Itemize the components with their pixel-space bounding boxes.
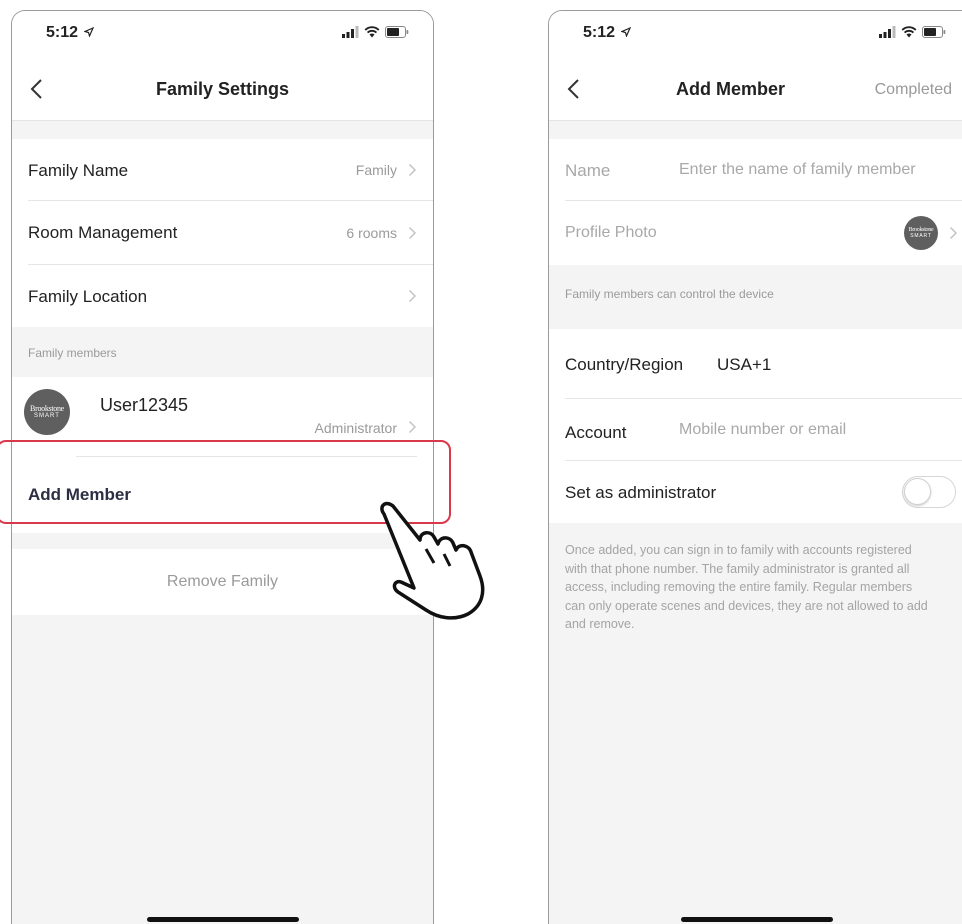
avatar-brand-sub: SMART (34, 413, 60, 419)
name-row: Name Enter the name of family member (549, 139, 962, 201)
status-icons (342, 24, 409, 40)
member-role: Administrator (314, 420, 397, 436)
pointing-hand-icon (380, 501, 485, 620)
administrator-row: Set as administrator (549, 461, 962, 523)
completed-button[interactable]: Completed (875, 81, 952, 99)
family-name-row[interactable]: Family Name Family (12, 139, 433, 201)
location-arrow-icon (620, 26, 632, 38)
room-management-label: Room Management (28, 223, 178, 242)
status-bar: 5:12 (12, 11, 433, 57)
name-input[interactable]: Enter the name of family member (679, 161, 952, 179)
battery-icon (922, 26, 946, 38)
name-label: Name (565, 161, 611, 180)
country-label: Country/Region (565, 355, 684, 374)
account-input[interactable]: Mobile number or email (679, 421, 846, 439)
info-text: Once added, you can sign in to family wi… (565, 543, 928, 632)
family-name-value: Family (355, 162, 397, 178)
country-region-row[interactable]: Country/Region USA+1 (549, 329, 962, 399)
home-indicator[interactable] (681, 917, 833, 922)
family-location-row[interactable]: Family Location (12, 265, 433, 327)
members-section-label: Family members (28, 346, 117, 360)
family-location-label: Family Location (28, 287, 148, 306)
account-row: Account Mobile number or email (549, 399, 962, 461)
room-count-value: 6 rooms (346, 225, 397, 241)
avatar-brand: Brookstone (30, 404, 64, 413)
signal-icon (879, 26, 896, 38)
administrator-label: Set as administrator (565, 483, 717, 502)
add-member-screen: 5:12 Add Member Completed Name Enter the… (548, 10, 962, 924)
administrator-toggle[interactable] (902, 476, 956, 508)
account-label: Account (565, 423, 627, 442)
status-icons (879, 24, 946, 40)
status-bar: 5:12 (549, 11, 962, 57)
home-indicator[interactable] (147, 917, 299, 922)
avatar-brand-sub: SMART (910, 233, 932, 239)
avatar: Brookstone SMART (904, 216, 938, 250)
chevron-right-icon (949, 226, 958, 240)
page-title: Family Settings (155, 79, 290, 99)
status-time: 5:12 (46, 24, 95, 42)
family-name-label: Family Name (28, 161, 129, 180)
profile-photo-row[interactable]: Profile Photo Brookstone SMART (549, 201, 962, 265)
room-management-row[interactable]: Room Management 6 rooms (12, 201, 433, 265)
status-time: 5:12 (583, 24, 632, 42)
wifi-icon (901, 26, 917, 38)
chevron-right-icon (408, 226, 417, 240)
member-name: User12345 (100, 395, 189, 415)
chevron-right-icon (408, 163, 417, 177)
chevron-right-icon (408, 289, 417, 303)
control-note: Family members can control the device (565, 287, 774, 301)
chevron-right-icon (408, 420, 417, 434)
wifi-icon (364, 26, 380, 38)
nav-bar: Add Member Completed (549, 57, 962, 121)
page-title: Add Member (675, 79, 785, 99)
profile-photo-label: Profile Photo (565, 224, 657, 241)
toggle-knob (904, 478, 931, 505)
battery-icon (385, 26, 409, 38)
signal-icon (342, 26, 359, 38)
avatar: Brookstone SMART (24, 389, 70, 435)
nav-bar: Family Settings (12, 57, 433, 121)
country-value: USA+1 (717, 355, 772, 374)
location-arrow-icon (83, 26, 95, 38)
